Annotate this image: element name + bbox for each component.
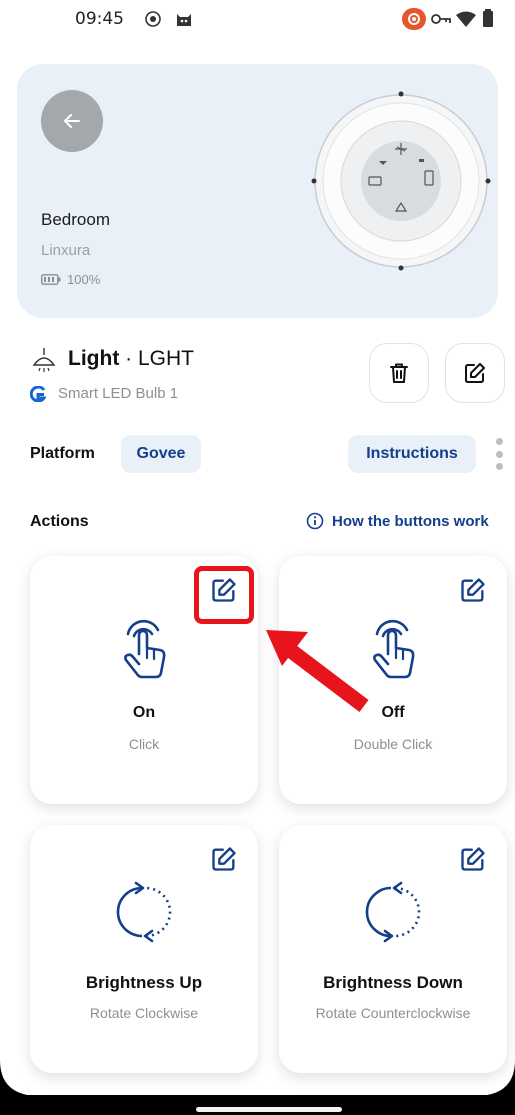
- home-indicator[interactable]: [196, 1107, 342, 1112]
- action-card-brightness-down[interactable]: Brightness Down Rotate Counterclockwise: [279, 825, 507, 1073]
- arrow-left-icon: [64, 114, 80, 128]
- more-dot-icon: [495, 463, 503, 470]
- how-buttons-work-link[interactable]: How the buttons work: [306, 512, 489, 530]
- record-icon: [144, 10, 162, 33]
- action-trigger: Rotate Counterclockwise: [315, 1005, 471, 1021]
- more-dot-icon: [495, 450, 503, 458]
- light-model-row: Smart LED Bulb 1: [30, 385, 178, 402]
- annotation-highlight-box: [194, 566, 254, 624]
- edit-device-button[interactable]: [445, 343, 505, 403]
- action-trigger: Rotate Clockwise: [89, 1005, 199, 1021]
- device-card: Bedroom Linxura 100%: [17, 64, 498, 318]
- edit-icon[interactable]: [210, 845, 238, 873]
- battery-level-icon: [41, 274, 61, 285]
- platform-chip[interactable]: Govee: [121, 435, 201, 473]
- tap-hand-icon: [373, 619, 415, 679]
- action-card-brightness-up[interactable]: Brightness Up Rotate Clockwise: [30, 825, 258, 1073]
- govee-logo-icon: [30, 385, 46, 402]
- annotation-arrow: [266, 630, 369, 712]
- light-model: Smart LED Bulb 1: [58, 385, 179, 402]
- action-name: On: [132, 704, 156, 721]
- action-trigger: Click: [128, 736, 160, 752]
- info-icon: [306, 512, 324, 530]
- action-name: Brightness Down: [323, 973, 463, 992]
- more-options-button[interactable]: [493, 438, 505, 470]
- instructions-button[interactable]: Instructions: [348, 435, 476, 473]
- app-screen: 09:45 Bedroom Linxura 100% Light · LGHT …: [0, 0, 515, 1115]
- edit-icon: [465, 363, 485, 383]
- tap-hand-icon: [124, 619, 166, 679]
- action-name: Brightness Up: [85, 973, 203, 992]
- screen-record-icon: [402, 8, 426, 35]
- battery-percent: 100%: [67, 272, 101, 287]
- light-code: LGHT: [137, 347, 194, 370]
- ceiling-light-icon: [32, 348, 56, 372]
- wifi-icon: [456, 11, 476, 32]
- trash-icon: [390, 363, 408, 383]
- device-name: Bedroom: [41, 210, 110, 229]
- edit-icon[interactable]: [459, 576, 487, 604]
- device-brand: Linxura: [41, 242, 91, 259]
- device-battery: 100%: [41, 272, 100, 287]
- rotate-clockwise-icon: [116, 881, 172, 943]
- light-separator: ·: [119, 347, 138, 370]
- status-bar: 09:45: [0, 0, 515, 44]
- navigation-bar: [0, 1095, 515, 1115]
- remote-device-image: [311, 91, 491, 271]
- edit-icon[interactable]: [459, 845, 487, 873]
- platform-label: Platform: [30, 445, 95, 462]
- cat-app-icon: [175, 10, 193, 33]
- light-header: Light · LGHT: [30, 345, 194, 373]
- actions-label: Actions: [30, 513, 89, 530]
- back-button[interactable]: [41, 90, 103, 152]
- status-time: 09:45: [75, 9, 124, 29]
- how-link-text: How the buttons work: [332, 512, 489, 530]
- rotate-counterclockwise-icon: [365, 881, 421, 943]
- more-dot-icon: [495, 438, 503, 445]
- action-trigger: Double Click: [353, 736, 433, 752]
- vpn-key-icon: [431, 12, 451, 31]
- delete-button[interactable]: [369, 343, 429, 403]
- light-title: Light: [68, 347, 120, 370]
- screen-corner-mask: [0, 1060, 515, 1100]
- battery-icon: [483, 9, 493, 32]
